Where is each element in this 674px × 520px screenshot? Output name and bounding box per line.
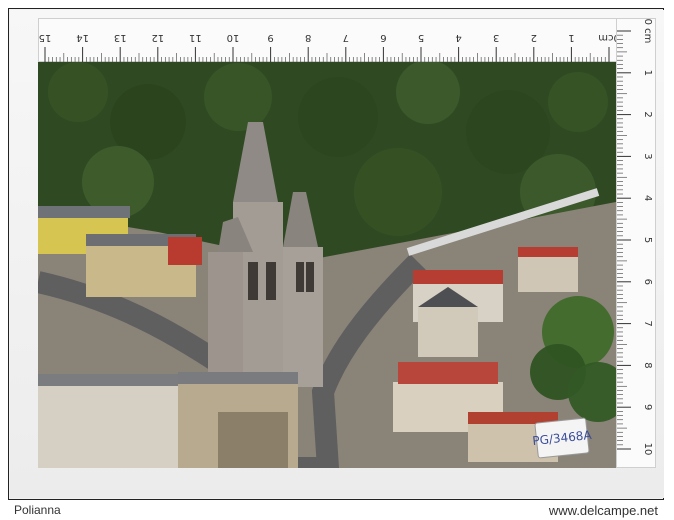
right-ruler-label: 7 — [642, 320, 653, 326]
top-ruler-label: 11 — [189, 32, 202, 43]
right-ruler-svg: 0 cm 1 2 3 4 5 6 7 8 9 10 — [617, 19, 653, 456]
right-ruler-label: 4 — [642, 195, 653, 201]
top-ruler: 15 14 13 12 11 10 9 8 7 6 5 4 3 2 1 0cm — [38, 18, 620, 63]
footer-seller: Polianna — [14, 503, 61, 517]
right-ruler-label: 6 — [642, 279, 653, 285]
top-ruler-svg: 15 14 13 12 11 10 9 8 7 6 5 4 3 2 1 0cm — [39, 32, 620, 63]
top-ruler-label: 10 — [227, 32, 240, 43]
top-ruler-label: 9 — [267, 32, 273, 43]
top-ruler-label: 3 — [493, 32, 499, 43]
top-ruler-label: 7 — [343, 32, 349, 43]
aerial-church-village-photo-icon — [38, 62, 616, 468]
right-ruler-label: 10 — [642, 443, 653, 456]
reference-stamp: PG/3468A — [532, 417, 592, 459]
right-ruler-label: 3 — [642, 153, 653, 159]
top-ruler-label: 4 — [455, 32, 461, 43]
right-ruler-label: 5 — [642, 237, 653, 243]
top-ruler-label: 5 — [418, 32, 424, 43]
top-ruler-label: 2 — [531, 32, 537, 43]
top-ruler-label: 14 — [76, 32, 89, 43]
top-ruler-label: 6 — [380, 32, 386, 43]
right-ruler-label: 2 — [642, 111, 653, 117]
right-ruler-label: 1 — [642, 70, 653, 76]
top-ruler-label: 13 — [114, 32, 127, 43]
top-ruler-label: 15 — [39, 32, 51, 43]
footer-site: www.delcampe.net — [548, 503, 658, 518]
right-ruler-label: 8 — [642, 362, 653, 368]
postcard-photo — [38, 62, 616, 468]
top-ruler-label: 8 — [305, 32, 311, 43]
top-ruler-label: 1 — [568, 32, 574, 43]
right-ruler-label: 9 — [642, 404, 653, 410]
right-ruler-label: 0 cm — [642, 19, 653, 43]
right-ruler: 0 cm 1 2 3 4 5 6 7 8 9 10 — [616, 18, 656, 468]
top-ruler-label: 12 — [151, 32, 164, 43]
